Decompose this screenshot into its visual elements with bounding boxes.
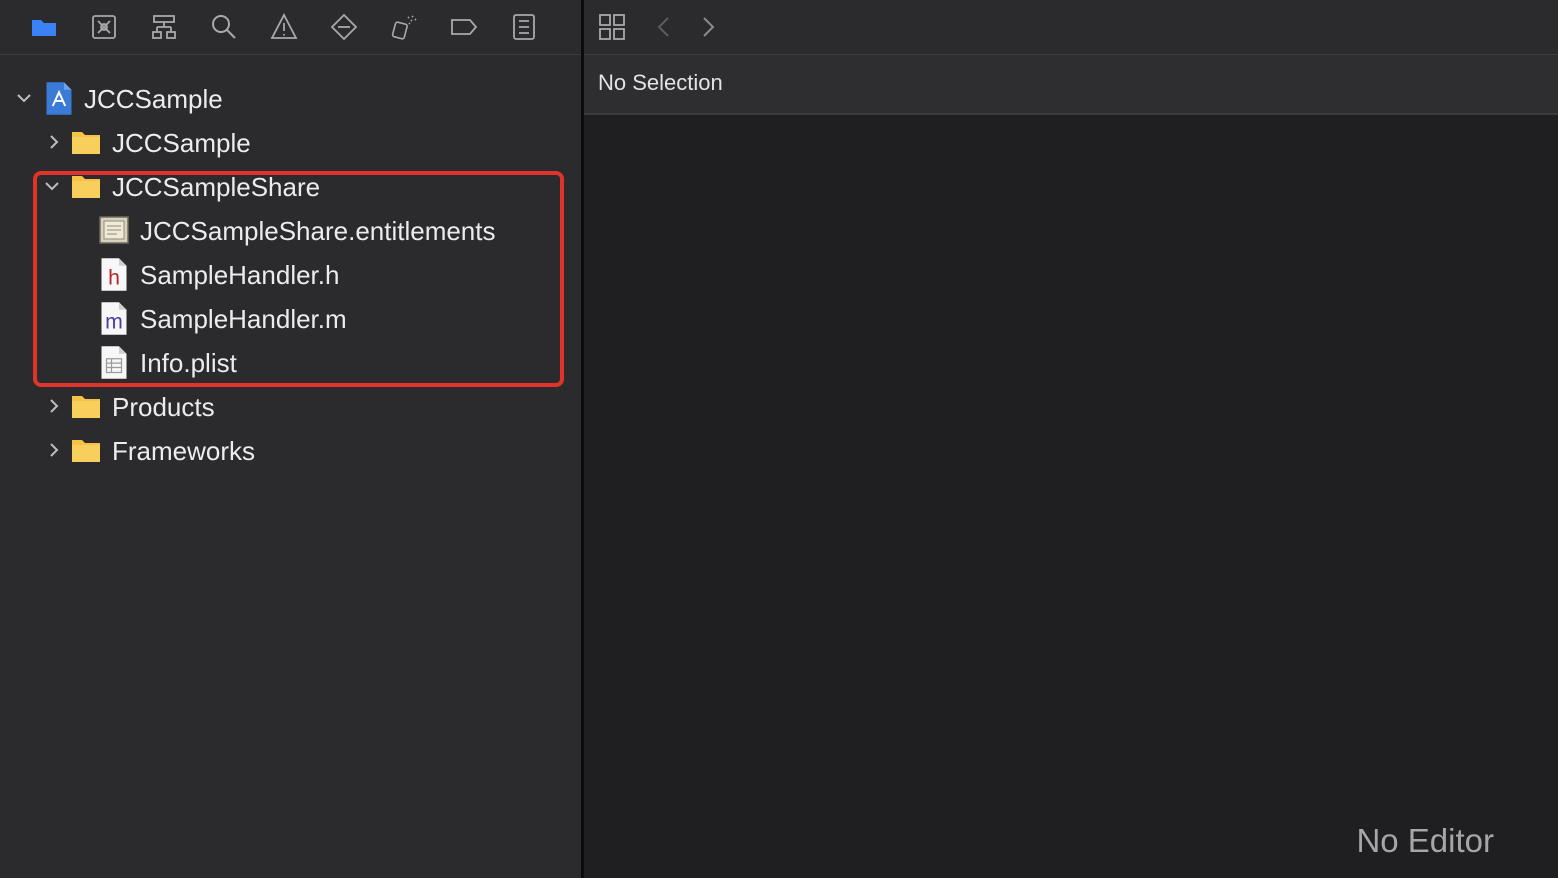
search-icon[interactable]	[207, 10, 241, 44]
tree-row-label: JCCSample	[112, 128, 251, 158]
tree-row-label: JCCSample	[84, 84, 223, 114]
editor-toolbar	[584, 0, 1558, 55]
folder-icon	[71, 128, 101, 156]
forward-chevron-icon[interactable]	[691, 10, 725, 44]
folder-icon	[71, 436, 101, 464]
file-tree: JCCSample JCCSample JCCSampleShare JCCSa…	[0, 76, 582, 472]
report-list-icon[interactable]	[507, 10, 541, 44]
tree-row-label: SampleHandler.m	[140, 304, 347, 334]
grid-icon[interactable]	[595, 10, 629, 44]
jump-bar-label: No Selection	[598, 70, 723, 95]
svg-text:h: h	[108, 265, 120, 289]
chevron-right-icon[interactable]	[44, 440, 64, 460]
xcode-project-icon	[44, 81, 74, 115]
tree-row-file[interactable]: m SampleHandler.m	[0, 296, 582, 340]
tree-row-folder[interactable]: Products	[0, 384, 582, 428]
tree-row-label: SampleHandler.h	[140, 260, 340, 290]
test-diamond-icon[interactable]	[327, 10, 361, 44]
chevron-right-icon[interactable]	[44, 396, 64, 416]
breakpoint-tag-icon[interactable]	[447, 10, 481, 44]
debug-spray-icon[interactable]	[387, 10, 421, 44]
project-navigator: JCCSample JCCSample JCCSampleShare JCCSa…	[0, 0, 582, 878]
tree-row-folder[interactable]: JCCSample	[0, 120, 582, 164]
tree-row-project[interactable]: JCCSample	[0, 76, 582, 120]
source-control-icon[interactable]	[87, 10, 121, 44]
tree-row-label: Frameworks	[112, 436, 256, 466]
chevron-down-icon[interactable]	[14, 88, 34, 108]
navigator-toolbar	[0, 0, 582, 55]
entitlements-file-icon	[99, 216, 129, 244]
jump-bar[interactable]: No Selection	[584, 55, 1558, 115]
chevron-right-icon[interactable]	[44, 132, 64, 152]
tree-row-file[interactable]: h SampleHandler.h	[0, 252, 582, 296]
folder-icon[interactable]	[27, 10, 61, 44]
tree-row-label: Info.plist	[140, 348, 237, 378]
tree-row-label: JCCSampleShare.entitlements	[140, 216, 496, 246]
no-editor-placeholder: No Editor	[1356, 822, 1494, 859]
tree-row-file[interactable]: Info.plist	[0, 340, 582, 384]
folder-icon	[71, 392, 101, 420]
svg-text:m: m	[105, 309, 123, 333]
chevron-down-icon[interactable]	[42, 176, 62, 196]
tree-row-file[interactable]: JCCSampleShare.entitlements	[0, 208, 582, 252]
tree-row-folder[interactable]: JCCSampleShare	[0, 164, 582, 208]
hierarchy-icon[interactable]	[147, 10, 181, 44]
warning-icon[interactable]	[267, 10, 301, 44]
editor-area: No Selection No Editor	[584, 0, 1558, 878]
plist-file-icon	[99, 345, 129, 379]
tree-row-label: JCCSampleShare	[112, 172, 321, 202]
implementation-file-icon: m	[99, 301, 129, 335]
back-chevron-icon[interactable]	[647, 10, 681, 44]
header-file-icon: h	[99, 257, 129, 291]
folder-icon	[71, 172, 101, 200]
tree-row-label: Products	[112, 392, 215, 422]
tree-row-folder[interactable]: Frameworks	[0, 428, 582, 472]
